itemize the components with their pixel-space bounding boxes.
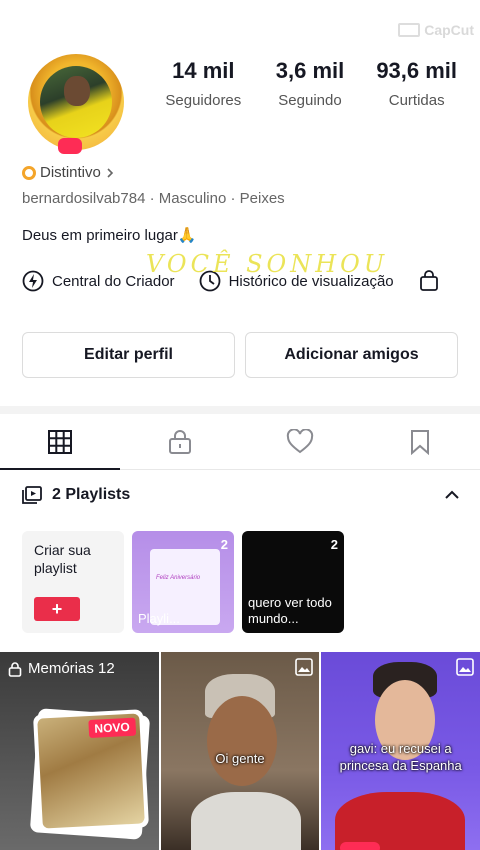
photo-mode-icon (295, 658, 314, 676)
distinctive-badge[interactable]: Distintivo (22, 164, 115, 181)
tab-liked[interactable] (240, 414, 360, 469)
new-badge: NOVO (87, 717, 137, 739)
memory-photo: NOVO (32, 709, 150, 833)
playlist-video-count: 2 (330, 537, 338, 552)
avatar-frame (28, 54, 124, 150)
create-playlist-card[interactable]: Criar sua playlist + (22, 531, 124, 633)
create-playlist-label: Criar sua playlist (34, 542, 91, 576)
video-caption: Oi gente (215, 751, 265, 766)
profile-meta: bernardosilvab784 · Masculino · Peixes (22, 190, 285, 207)
add-friends-button[interactable]: Adicionar amigos (245, 332, 458, 378)
playlist-title: Playli... (138, 611, 180, 626)
edit-profile-button[interactable]: Editar perfil (22, 332, 235, 378)
profile-avatar[interactable] (14, 50, 132, 154)
watermark: CapCut (398, 22, 474, 38)
profile-actions: Editar perfil Adicionar amigos (22, 332, 458, 378)
playlists-count: 2 Playlists (52, 486, 131, 503)
tab-private[interactable] (120, 414, 240, 469)
creator-links: Central do Criador Histórico de visualiz… (22, 266, 480, 296)
stat-value: 14 mil (172, 58, 235, 83)
video-caption: gavi: eu recusei a princesa da Espanha (339, 741, 462, 773)
playlist-title: quero ver todo mundo... (248, 595, 332, 626)
shopping-bag-icon (419, 270, 438, 291)
lock-icon (169, 429, 191, 454)
watch-history-link[interactable]: Histórico de visualização (199, 270, 394, 292)
video-grid: Memórias 12 NOVO Oi gente gavi: eu recus… (0, 652, 480, 850)
grid-icon (48, 429, 72, 454)
zodiac-sign: Peixes (239, 190, 285, 207)
watermark-label: CapCut (424, 22, 474, 38)
tab-saved[interactable] (360, 414, 480, 469)
tab-videos[interactable] (0, 414, 120, 470)
stat-label: Seguindo (278, 92, 342, 109)
profile-stats: 14 mil Seguidores 3,6 mil Seguindo 93,6 … (150, 58, 470, 109)
stat-following[interactable]: 3,6 mil Seguindo (257, 58, 364, 109)
playlist-icon (22, 486, 42, 504)
playlist-video-count: 2 (220, 537, 228, 552)
notification-badge (340, 842, 380, 850)
chevron-right-icon (107, 167, 113, 178)
stat-value: 93,6 mil (376, 58, 458, 83)
playlist-card[interactable]: 2 quero ver todo mundo... (242, 531, 344, 633)
bookmark-icon (411, 429, 429, 455)
clock-icon (199, 270, 220, 292)
video-thumbnail[interactable]: Oi gente (160, 652, 320, 850)
stat-label: Curtidas (388, 92, 445, 109)
stat-label: Seguidores (165, 92, 242, 109)
divider (0, 406, 480, 414)
gender: Masculino (158, 190, 227, 207)
chevron-up-icon[interactable] (444, 489, 460, 501)
avatar-badge (58, 138, 82, 154)
link-label: Histórico de visualização (228, 272, 394, 290)
playlist-card[interactable]: Feliz Aniversário 2 Playli... (132, 531, 234, 633)
avatar-photo (40, 66, 112, 138)
profile-tabs (0, 414, 480, 470)
photo-mode-icon (456, 658, 474, 676)
lock-icon (8, 661, 22, 677)
status-bar: CapCut (0, 0, 480, 50)
stat-followers[interactable]: 14 mil Seguidores (150, 58, 257, 109)
playlists-header[interactable]: 2 Playlists (22, 486, 460, 504)
creator-center-link[interactable]: Central do Criador (22, 270, 175, 292)
video-thumbnail[interactable]: gavi: eu recusei a princesa da Espanha (321, 652, 480, 850)
badge-label: Distintivo (40, 164, 101, 181)
shop-link[interactable] (418, 270, 440, 292)
create-playlist-button[interactable]: + (34, 597, 80, 621)
heart-icon (286, 428, 314, 453)
username: bernardosilvab784 (22, 190, 146, 207)
profile-bio: Deus em primeiro lugar🙏 (22, 227, 197, 244)
lightning-icon (22, 270, 44, 292)
memories-label: Memórias 12 (8, 660, 115, 677)
stat-likes[interactable]: 93,6 mil Curtidas (363, 58, 470, 109)
badge-icon (22, 165, 36, 180)
playlists-row: Criar sua playlist + Feliz Aniversário 2… (22, 531, 344, 633)
capcut-icon (398, 23, 421, 37)
memories-cell[interactable]: Memórias 12 NOVO (0, 652, 159, 850)
link-label: Central do Criador (52, 272, 175, 290)
stat-value: 3,6 mil (275, 58, 345, 83)
